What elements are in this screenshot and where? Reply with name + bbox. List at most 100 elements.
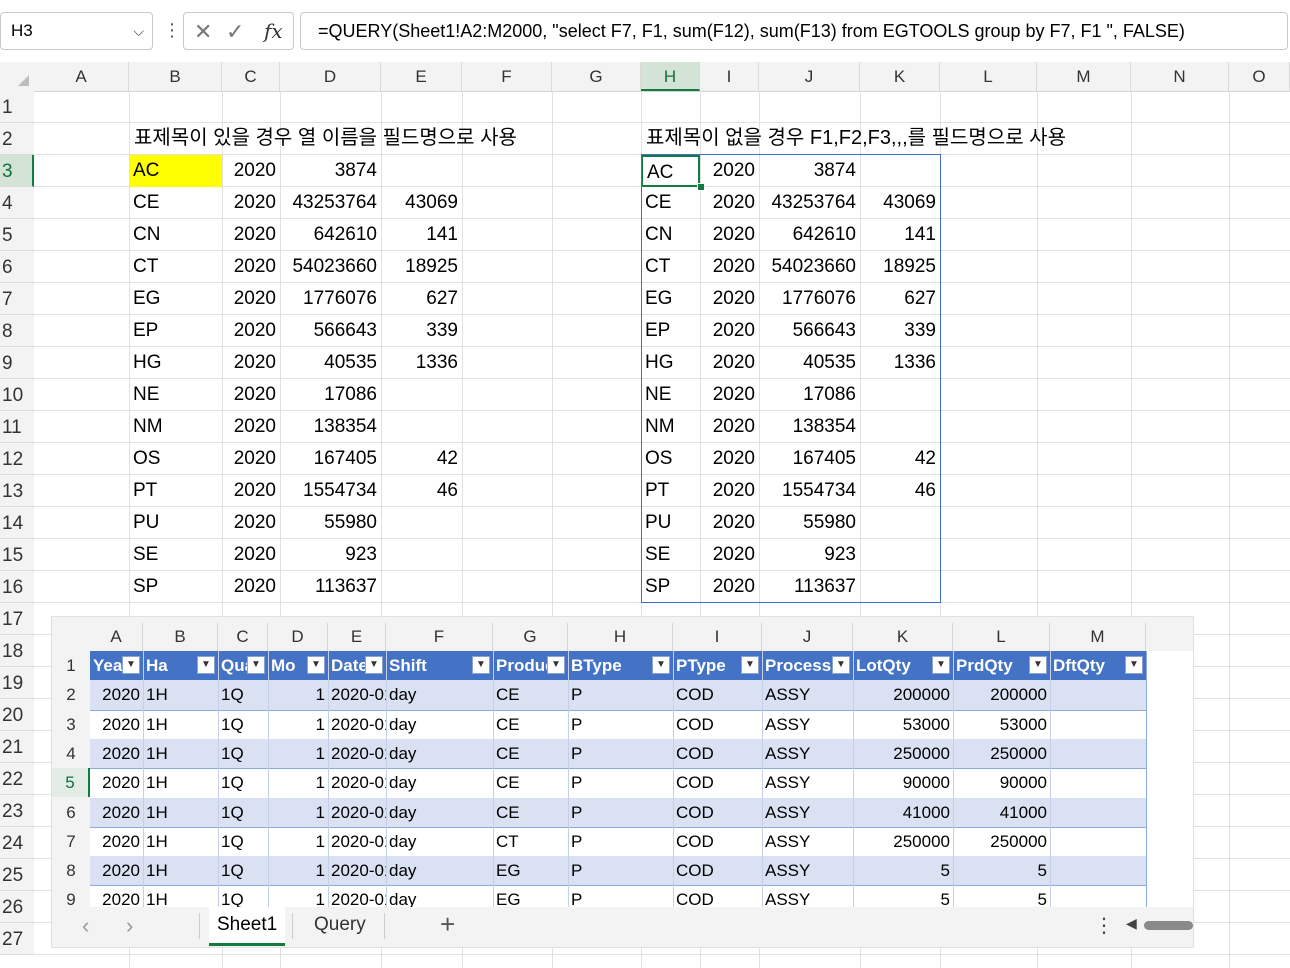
table-cell[interactable]: 2020-01-01 <box>328 798 386 827</box>
table-cell[interactable]: day <box>386 827 493 856</box>
table-header-prdqty[interactable]: PrdQty ▼ <box>953 651 1050 680</box>
row-header-21[interactable]: 21 <box>0 731 34 763</box>
embedded-column-header-i[interactable]: I <box>673 623 762 651</box>
result-cell-sum2[interactable] <box>381 155 462 187</box>
column-header-a[interactable]: A <box>34 62 129 91</box>
embedded-row-header-1[interactable]: 1 <box>52 651 90 680</box>
result-cell-code[interactable]: CN <box>129 219 222 251</box>
table-cell[interactable]: 90000 <box>953 768 1050 797</box>
table-cell[interactable]: day <box>386 856 493 885</box>
table-cell[interactable]: 41000 <box>953 798 1050 827</box>
table-cell[interactable]: day <box>386 680 493 709</box>
table-cell[interactable]: 2020-01-01 <box>328 680 386 709</box>
table-cell[interactable]: 1Q <box>218 680 268 709</box>
table-cell[interactable]: 1 <box>268 856 328 885</box>
row-header-3[interactable]: 3 <box>0 155 34 187</box>
column-header-n[interactable]: N <box>1131 62 1229 91</box>
embedded-column-header-e[interactable]: E <box>328 623 386 651</box>
table-cell[interactable]: 1Q <box>218 710 268 739</box>
result-cell-sum2[interactable] <box>381 507 462 539</box>
table-cell[interactable]: 2020 <box>90 768 143 797</box>
table-header-mo[interactable]: Mo ▼ <box>268 651 328 680</box>
row-header-13[interactable]: 13 <box>0 475 34 507</box>
column-header-m[interactable]: M <box>1037 62 1131 91</box>
embedded-row-header-3[interactable]: 3 <box>52 710 90 739</box>
result-cell-code[interactable]: SE <box>641 539 700 571</box>
result-cell-sum1[interactable]: 3874 <box>280 155 381 187</box>
row-header-14[interactable]: 14 <box>0 507 34 539</box>
tab-query[interactable]: Query <box>306 907 374 943</box>
table-cell[interactable]: COD <box>673 768 762 797</box>
table-cell[interactable]: 1Q <box>218 827 268 856</box>
result-cell-sum2[interactable] <box>381 571 462 603</box>
table-cell[interactable] <box>1050 856 1146 885</box>
column-header-l[interactable]: L <box>940 62 1037 91</box>
result-cell-code[interactable]: SE <box>129 539 222 571</box>
embedded-column-header-m[interactable]: M <box>1050 623 1146 651</box>
result-cell-sum2[interactable] <box>381 411 462 443</box>
row-header-4[interactable]: 4 <box>0 187 34 219</box>
row-header-17[interactable]: 17 <box>0 603 34 635</box>
result-cell-sum1[interactable]: 3874 <box>759 155 860 187</box>
table-cell[interactable]: 2020 <box>90 739 143 768</box>
result-cell-code[interactable]: CT <box>129 251 222 283</box>
table-cell[interactable]: day <box>386 768 493 797</box>
filter-dropdown-icon[interactable]: ▼ <box>365 656 383 674</box>
result-cell-sum1[interactable]: 138354 <box>759 411 860 443</box>
table-cell[interactable]: 2020-01-01 <box>328 768 386 797</box>
result-cell-year[interactable]: 2020 <box>222 347 280 379</box>
table-cell[interactable]: 1H <box>143 827 218 856</box>
result-cell-year[interactable]: 2020 <box>222 571 280 603</box>
result-cell-sum1[interactable]: 566643 <box>759 315 860 347</box>
table-cell[interactable]: 250000 <box>953 739 1050 768</box>
embedded-column-header-j[interactable]: J <box>762 623 853 651</box>
row-header-20[interactable]: 20 <box>0 699 34 731</box>
result-cell-year[interactable]: 2020 <box>700 347 759 379</box>
result-cell-code[interactable]: NM <box>129 411 222 443</box>
table-cell[interactable]: ASSY <box>762 680 853 709</box>
result-cell-year[interactable]: 2020 <box>222 283 280 315</box>
table-cell[interactable]: 53000 <box>853 710 953 739</box>
result-cell-sum1[interactable]: 167405 <box>280 443 381 475</box>
result-cell-sum2[interactable] <box>381 539 462 571</box>
table-cell[interactable]: 250000 <box>853 827 953 856</box>
result-cell-code[interactable]: PT <box>641 475 700 507</box>
result-cell-year[interactable]: 2020 <box>700 507 759 539</box>
result-cell-code[interactable]: EP <box>129 315 222 347</box>
table-cell[interactable]: 2020 <box>90 856 143 885</box>
result-cell-sum2[interactable] <box>860 539 940 571</box>
table-header-ha[interactable]: Ha ▼ <box>143 651 218 680</box>
table-cell[interactable]: COD <box>673 710 762 739</box>
result-cell-sum2[interactable]: 43069 <box>860 187 940 219</box>
result-cell-year[interactable]: 2020 <box>700 283 759 315</box>
result-cell-year[interactable]: 2020 <box>222 507 280 539</box>
table-cell[interactable]: day <box>386 798 493 827</box>
table-cell[interactable]: 1Q <box>218 798 268 827</box>
table-header-ptype[interactable]: PType ▼ <box>673 651 762 680</box>
table-cell[interactable]: 2020 <box>90 827 143 856</box>
row-header-11[interactable]: 11 <box>0 411 34 443</box>
table-cell[interactable]: 1H <box>143 739 218 768</box>
result-cell-code[interactable]: NM <box>641 411 700 443</box>
result-cell-sum1[interactable]: 54023660 <box>280 251 381 283</box>
column-header-k[interactable]: K <box>860 62 940 91</box>
result-cell-year[interactable]: 2020 <box>700 443 759 475</box>
result-cell-sum2[interactable]: 141 <box>860 219 940 251</box>
filter-dropdown-icon[interactable]: ▼ <box>832 656 850 674</box>
embedded-row-header-8[interactable]: 8 <box>52 856 90 885</box>
table-cell[interactable]: 1 <box>268 768 328 797</box>
row-header-26[interactable]: 26 <box>0 891 34 923</box>
table-cell[interactable]: CE <box>493 768 568 797</box>
table-header-date[interactable]: Date ▼ <box>328 651 386 680</box>
result-cell-code[interactable]: CE <box>129 187 222 219</box>
embedded-row-header-7[interactable]: 7 <box>52 827 90 856</box>
result-cell-year[interactable]: 2020 <box>222 411 280 443</box>
table-cell[interactable]: day <box>386 710 493 739</box>
result-cell-year[interactable]: 2020 <box>222 251 280 283</box>
column-header-i[interactable]: I <box>700 62 759 91</box>
result-cell-sum1[interactable]: 40535 <box>759 347 860 379</box>
table-cell[interactable] <box>1050 768 1146 797</box>
table-cell[interactable]: 1H <box>143 768 218 797</box>
filter-dropdown-icon[interactable]: ▼ <box>1029 656 1047 674</box>
table-cell[interactable] <box>1050 710 1146 739</box>
